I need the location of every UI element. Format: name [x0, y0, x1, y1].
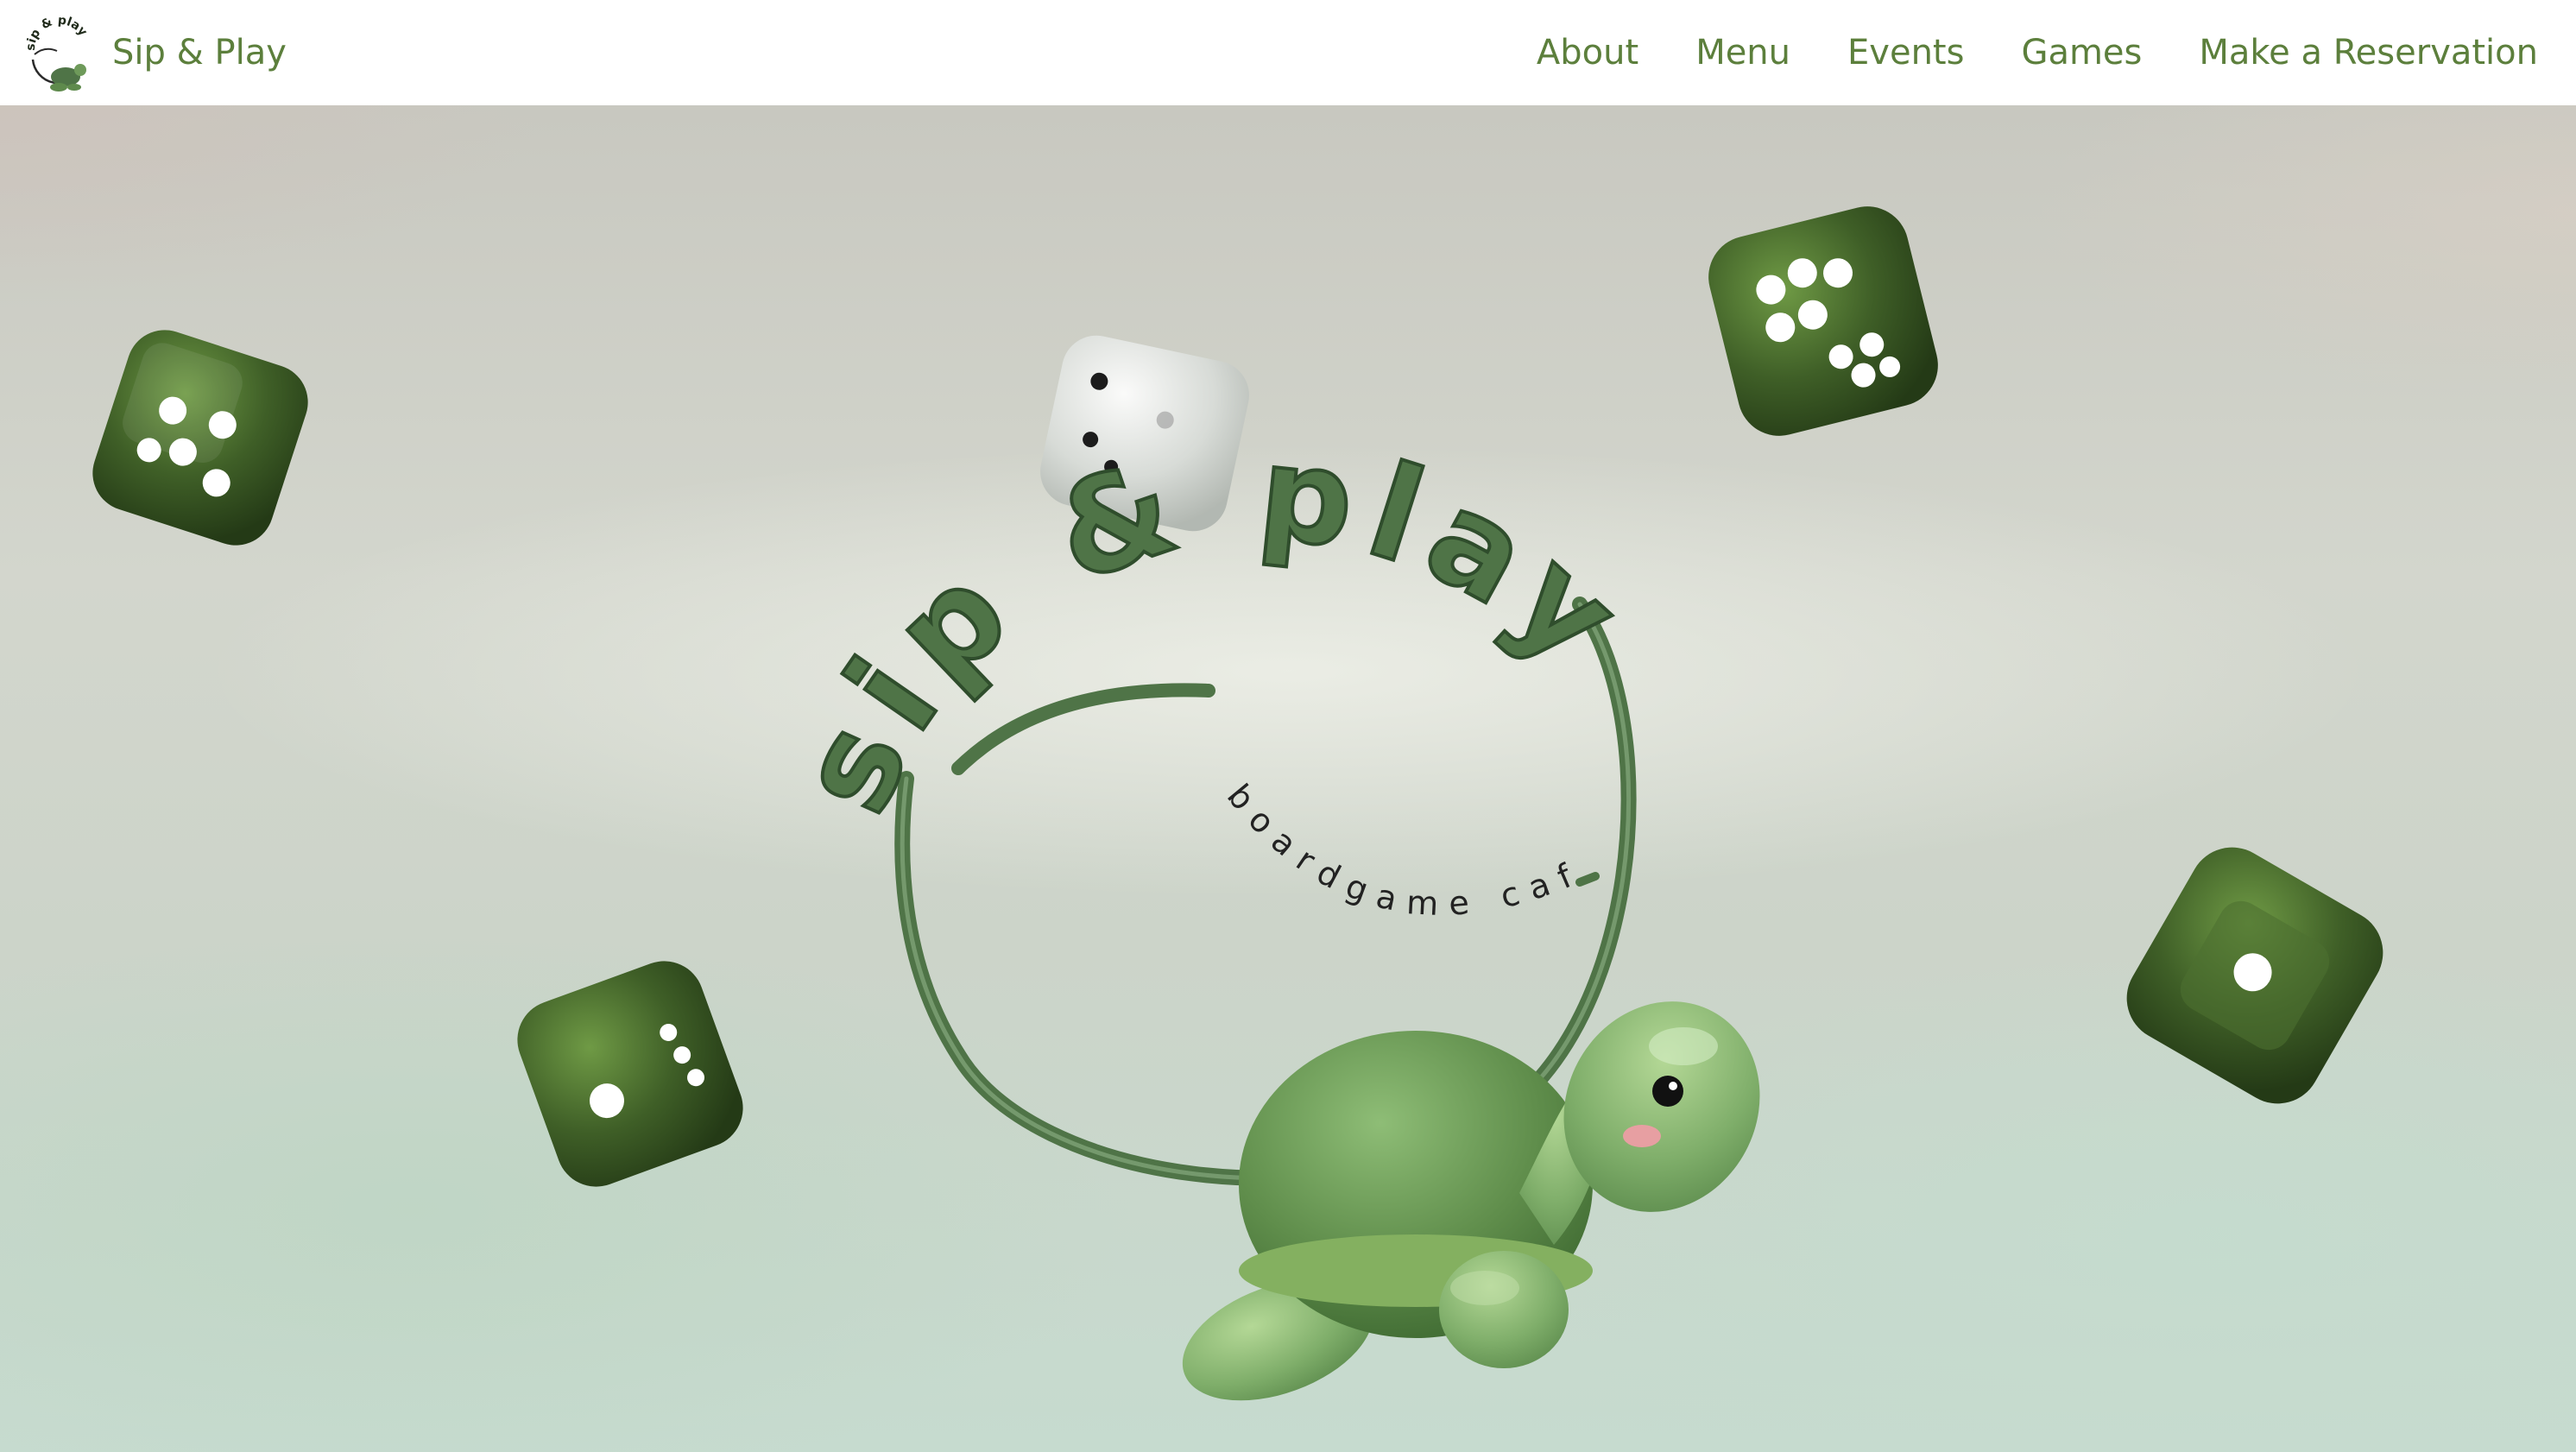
dice-top-left	[92, 330, 308, 546]
hero-section: sip & play boardgame cafe	[0, 105, 2576, 1452]
top-navbar: sip & play Sip & Play About Menu Events …	[0, 0, 2576, 105]
dice-top-right	[1708, 206, 1938, 436]
turtle-mascot	[1182, 1001, 1760, 1401]
turtle-logo-icon: sip & play	[26, 14, 90, 92]
svg-text:sip & play: sip & play	[26, 14, 90, 52]
brand-home-link[interactable]: sip & play Sip & Play	[26, 13, 287, 92]
main-nav: About Menu Events Games Make a Reservati…	[1537, 33, 2538, 73]
nav-reservation-link[interactable]: Make a Reservation	[2199, 33, 2538, 73]
nav-events-link[interactable]: Events	[1847, 33, 1964, 73]
hero-illustration: sip & play boardgame cafe	[0, 105, 2383, 1401]
nav-games-link[interactable]: Games	[2021, 33, 2142, 73]
brand-name: Sip & Play	[112, 33, 287, 73]
logo-inner-arc	[951, 683, 1215, 775]
dice-right	[2126, 847, 2383, 1104]
dice-bottom-left	[517, 961, 743, 1187]
hero-wordmark: sip & play	[769, 418, 1657, 833]
nav-menu-link[interactable]: Menu	[1695, 33, 1790, 73]
nav-about-link[interactable]: About	[1537, 33, 1638, 73]
